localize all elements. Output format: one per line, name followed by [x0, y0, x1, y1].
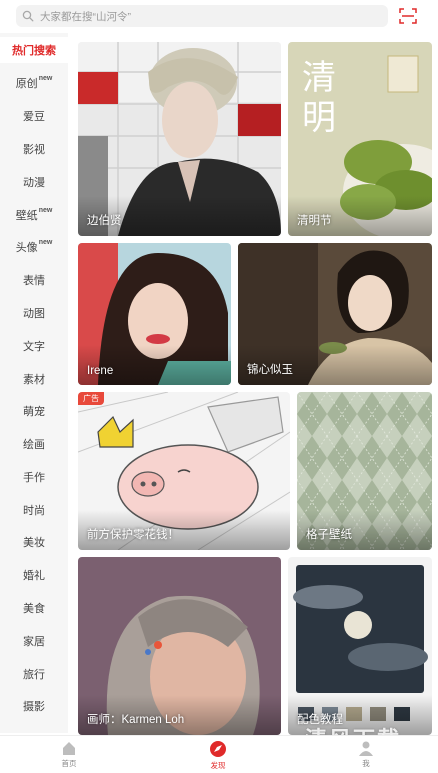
- sidebar-item-label: 素材: [23, 374, 45, 386]
- card-caption: 画师：Karmen Loh: [87, 714, 185, 726]
- tab-label: 发现: [210, 761, 226, 770]
- sidebar-item-label: 壁纸: [15, 210, 38, 222]
- sidebar-item-label: 头像: [15, 242, 38, 254]
- sidebar-item-label: 动漫: [23, 177, 45, 189]
- scan-icon[interactable]: [399, 7, 417, 25]
- card-caption: 锦心似玉: [247, 364, 293, 376]
- sidebar-item-label: 摄影: [23, 701, 45, 713]
- discover-icon: [210, 741, 226, 757]
- new-badge: new: [38, 206, 53, 214]
- sidebar-item-label: 旅行: [23, 669, 45, 681]
- sidebar-item-label: 爱豆: [23, 111, 45, 123]
- tab-label: 首页: [61, 759, 77, 768]
- sidebar-item-label: 手作: [23, 472, 45, 484]
- sidebar-item-handmade[interactable]: 手作: [0, 464, 68, 490]
- sidebar-item-wallpaper[interactable]: 壁纸 new: [0, 202, 68, 228]
- sidebar-item-label: 热门搜索: [12, 45, 56, 57]
- tab-home[interactable]: 首页: [39, 740, 99, 769]
- sidebar-item-makeup[interactable]: 美妆: [0, 529, 68, 555]
- card-ad-pig[interactable]: 广告 前方保护零花钱！: [78, 392, 290, 550]
- sidebar-item-wedding[interactable]: 婚礼: [0, 562, 68, 588]
- new-badge: new: [38, 74, 53, 82]
- sidebar-item-hot-search[interactable]: 热门搜索: [0, 37, 68, 63]
- card-qingming[interactable]: 清明 清明节: [288, 42, 432, 236]
- sidebar-item-idol[interactable]: 爱豆: [0, 103, 68, 129]
- sidebar-item-material[interactable]: 素材: [0, 366, 68, 392]
- sidebar-item-emoji[interactable]: 表情: [0, 267, 68, 293]
- bottom-tab-bar: 首页 发现 我: [0, 735, 438, 773]
- tab-label: 我: [362, 759, 370, 768]
- sidebar-item-label: 影视: [23, 144, 45, 156]
- tab-discover[interactable]: 发现: [188, 740, 248, 771]
- sidebar-item-photography[interactable]: 摄影: [0, 693, 68, 719]
- card-art-text: 清明: [302, 58, 336, 138]
- search-bar[interactable]: 大家都在搜“山河令”: [16, 5, 388, 27]
- sidebar-item-original[interactable]: 原创 new: [0, 70, 68, 96]
- home-icon: [63, 742, 75, 755]
- search-icon: [22, 10, 34, 22]
- card-caption: Irene: [87, 365, 114, 377]
- card-caption: 清明节: [297, 215, 332, 227]
- sidebar-item-gif[interactable]: 动图: [0, 300, 68, 326]
- sidebar-item-pets[interactable]: 萌宠: [0, 398, 68, 424]
- card-caption: 边伯贤: [87, 215, 122, 227]
- sidebar-item-label: 美妆: [23, 537, 45, 549]
- card-artist-illustration[interactable]: 画师：Karmen Loh: [78, 557, 281, 735]
- tab-profile[interactable]: 我: [336, 740, 396, 769]
- card-baekhyun[interactable]: 边伯贤: [78, 42, 281, 236]
- sidebar-item-label: 美食: [23, 603, 45, 615]
- sidebar-item-fashion[interactable]: 时尚: [0, 497, 68, 523]
- sidebar-item-text[interactable]: 文字: [0, 333, 68, 359]
- sidebar-item-anime[interactable]: 动漫: [0, 169, 68, 195]
- sidebar-item-label: 婚礼: [23, 570, 45, 582]
- sidebar-item-label: 表情: [23, 275, 45, 287]
- sidebar-item-food[interactable]: 美食: [0, 595, 68, 621]
- sidebar-item-label: 动图: [23, 308, 45, 320]
- sidebar-item-label: 萌宠: [23, 406, 45, 418]
- sidebar-item-label: 绘画: [23, 439, 45, 451]
- card-caption: 前方保护零花钱！: [87, 529, 179, 541]
- sidebar-item-painting[interactable]: 绘画: [0, 431, 68, 457]
- card-caption: 格子壁纸: [306, 529, 352, 541]
- search-input[interactable]: 大家都在搜“山河令”: [40, 9, 131, 24]
- sidebar-item-label: 家居: [23, 636, 45, 648]
- sidebar-item-label: 原创: [15, 78, 38, 90]
- card-jinxinsiyu[interactable]: 锦心似玉: [238, 243, 432, 385]
- sidebar-item-avatar[interactable]: 头像 new: [0, 234, 68, 260]
- sidebar-item-travel[interactable]: 旅行: [0, 661, 68, 687]
- sidebar-item-label: 时尚: [23, 505, 45, 517]
- card-irene[interactable]: Irene: [78, 243, 231, 385]
- card-color-palette[interactable]: 配色教程: [288, 557, 432, 735]
- sidebar-item-film[interactable]: 影视: [0, 136, 68, 162]
- profile-icon: [359, 741, 373, 756]
- new-badge: new: [38, 238, 53, 246]
- category-sidebar: 热门搜索 原创 new 爱豆 影视 动漫 壁纸 new 头像 new 表情 动图 文字…: [0, 33, 68, 733]
- ad-badge: 广告: [78, 392, 104, 405]
- sidebar-item-home[interactable]: 家居: [0, 628, 68, 654]
- card-argyle-wallpaper[interactable]: 格子壁纸: [297, 392, 432, 550]
- sidebar-item-label: 文字: [23, 341, 45, 353]
